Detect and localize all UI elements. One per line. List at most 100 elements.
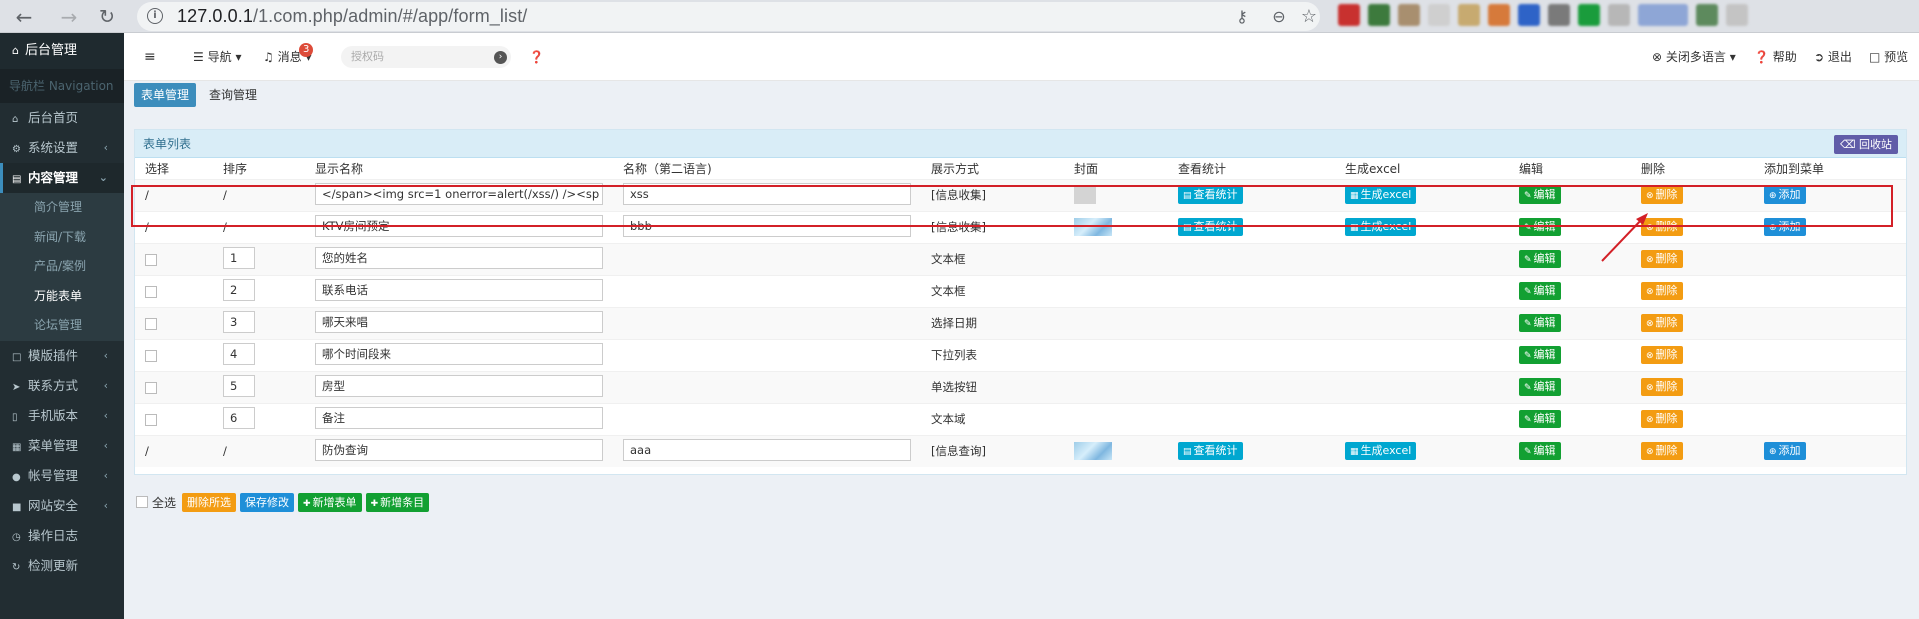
generate-excel-button[interactable]: ▦ 生成excel [1345, 442, 1417, 461]
display-name-input[interactable]: 您的姓名 [315, 246, 603, 269]
view-stats-button[interactable]: ▤ 查看统计 [1178, 186, 1243, 204]
brand-title[interactable]: ⌂ 后台管理 [0, 33, 124, 69]
view-stats-button[interactable]: ▤ 查看统计 [1178, 218, 1243, 236]
edit-button[interactable]: ✎ 编辑 [1519, 442, 1561, 461]
edit-button[interactable]: ✎ 编辑 [1519, 282, 1561, 300]
row-checkbox[interactable] [145, 317, 157, 330]
sub-item-news[interactable]: 新闻/下载 [0, 223, 124, 253]
edit-button[interactable]: ✎ 编辑 [1519, 378, 1561, 396]
profile-avatar[interactable] [1638, 4, 1688, 26]
extension-icon[interactable] [1398, 4, 1420, 26]
sort-input[interactable]: 5 [223, 374, 255, 397]
info-icon[interactable]: i [147, 8, 163, 24]
save-changes-button[interactable]: 保存修改 [240, 492, 295, 512]
key-icon[interactable]: ⚷ [1232, 7, 1252, 27]
sort-input[interactable]: 6 [223, 406, 255, 429]
delete-selected-button[interactable]: 删除所选 [182, 492, 237, 512]
new-form-button[interactable]: ✚ 新增表单 [298, 492, 362, 512]
address-bar[interactable]: i 127.0.0.1/1.com.php/admin/#/app/form_l… [137, 2, 1320, 31]
zoom-out-icon[interactable]: ⊖ [1269, 7, 1289, 27]
edit-button[interactable]: ✎ 编辑 [1519, 346, 1561, 364]
nav-dropdown[interactable]: ☰ 导航 ▾ [193, 33, 241, 81]
reload-icon[interactable]: ↻ [93, 3, 121, 31]
sidebar-toggle-icon[interactable]: ≡ [144, 33, 156, 81]
second-language-name-input[interactable]: aaa [623, 438, 911, 461]
display-name-input[interactable]: 备注 [315, 406, 603, 429]
sidebar-item-templates[interactable]: □ 模版插件 ‹ [0, 341, 124, 371]
sidebar-item-menus[interactable]: ▦ 菜单管理 ‹ [0, 431, 124, 461]
sidebar-item-security[interactable]: ■ 网站安全 ‹ [0, 491, 124, 521]
extension-icon[interactable] [1518, 4, 1540, 26]
sort-input[interactable]: 1 [223, 246, 255, 269]
sub-item-forum[interactable]: 论坛管理 [0, 311, 124, 341]
row-checkbox[interactable] [145, 413, 157, 426]
edit-button[interactable]: ✎ 编辑 [1519, 410, 1561, 428]
display-name-input[interactable]: 联系电话 [315, 278, 603, 301]
logout-link[interactable]: ➲ 退出 [1814, 33, 1852, 81]
sub-item-forms[interactable]: 万能表单 [0, 282, 124, 312]
sidebar-item-logs[interactable]: ◷ 操作日志 [0, 521, 124, 551]
extension-icon[interactable] [1428, 4, 1450, 26]
extension-icon[interactable] [1608, 4, 1630, 26]
extension-icon[interactable] [1726, 4, 1748, 26]
cover-thumbnail[interactable] [1074, 186, 1096, 204]
extension-icon[interactable] [1458, 4, 1480, 26]
tab-form-manage[interactable]: 表单管理 [134, 83, 197, 107]
help-circle-icon[interactable]: ❓ [529, 33, 544, 81]
star-icon[interactable]: ☆ [1299, 7, 1319, 27]
new-item-button[interactable]: ✚ 新增条目 [365, 492, 430, 512]
sort-input[interactable]: 2 [223, 278, 255, 301]
sub-item-intro[interactable]: 简介管理 [0, 193, 124, 223]
add-to-menu-button[interactable]: ⊕ 添加 [1764, 442, 1806, 461]
view-stats-button[interactable]: ▤ 查看统计 [1178, 442, 1243, 461]
back-arrow-icon[interactable]: ← [10, 3, 38, 31]
auth-code-search-input[interactable]: 授权码 [341, 46, 511, 68]
row-checkbox[interactable] [145, 285, 157, 298]
edit-button[interactable]: ✎ 编辑 [1519, 218, 1561, 236]
sort-input[interactable]: 3 [223, 310, 255, 333]
display-name-input[interactable]: 哪个时间段来 [315, 342, 603, 365]
row-checkbox[interactable] [145, 253, 157, 266]
extension-icon[interactable] [1338, 4, 1360, 26]
sort-input[interactable]: 4 [223, 342, 255, 365]
sidebar-item-accounts[interactable]: ● 帐号管理 ‹ [0, 461, 124, 491]
select-all-checkbox[interactable] [136, 496, 148, 508]
forward-arrow-icon[interactable]: → [55, 3, 83, 31]
delete-button[interactable]: ⊗ 删除 [1641, 346, 1683, 364]
delete-button[interactable]: ⊗ 删除 [1641, 282, 1683, 300]
extension-icon[interactable] [1578, 4, 1600, 26]
add-to-menu-button[interactable]: ⊕ 添加 [1764, 218, 1806, 236]
cover-thumbnail[interactable] [1074, 442, 1112, 461]
sidebar-item-mobile[interactable]: ▯ 手机版本 ‹ [0, 401, 124, 431]
display-name-input[interactable]: KTV房间预定 [315, 214, 603, 237]
extension-icon[interactable] [1696, 4, 1718, 26]
second-language-name-input[interactable]: xss [623, 182, 911, 205]
display-name-input[interactable]: 房型 [315, 374, 603, 397]
search-go-icon[interactable]: › [494, 51, 507, 64]
extension-icon[interactable] [1548, 4, 1570, 26]
delete-button[interactable]: ⊗ 删除 [1641, 186, 1683, 204]
sidebar-item-home[interactable]: ⌂ 后台首页 [0, 103, 124, 133]
help-link[interactable]: ❓ 帮助 [1754, 33, 1797, 81]
second-language-name-input[interactable]: bbb [623, 214, 911, 237]
extension-icon[interactable] [1368, 4, 1390, 26]
delete-button[interactable]: ⊗ 删除 [1641, 314, 1683, 332]
row-checkbox[interactable] [145, 381, 157, 394]
edit-button[interactable]: ✎ 编辑 [1519, 250, 1561, 268]
sidebar-item-settings[interactable]: ⚙ 系统设置 ‹ [0, 133, 124, 163]
sidebar-item-content[interactable]: ▤ 内容管理 ⌄ [0, 163, 124, 193]
sidebar-item-contact[interactable]: ➤ 联系方式 ‹ [0, 371, 124, 401]
close-language-dropdown[interactable]: ⊗ 关闭多语言 ▾ [1652, 33, 1736, 81]
edit-button[interactable]: ✎ 编辑 [1519, 314, 1561, 332]
display-name-input[interactable]: 哪天来唱 [315, 310, 603, 333]
display-name-input[interactable]: </span><img src=1 onerror=alert(/xss/) /… [315, 182, 603, 205]
delete-button[interactable]: ⊗ 删除 [1641, 410, 1683, 428]
extension-icon[interactable] [1488, 4, 1510, 26]
row-checkbox[interactable] [145, 349, 157, 362]
sidebar-item-update[interactable]: ↻ 检测更新 [0, 551, 124, 581]
sub-item-products[interactable]: 产品/案例 [0, 252, 124, 282]
edit-button[interactable]: ✎ 编辑 [1519, 186, 1561, 204]
tab-query-manage[interactable]: 查询管理 [202, 83, 264, 107]
delete-button[interactable]: ⊗ 删除 [1641, 378, 1683, 396]
cover-thumbnail[interactable] [1074, 218, 1112, 236]
